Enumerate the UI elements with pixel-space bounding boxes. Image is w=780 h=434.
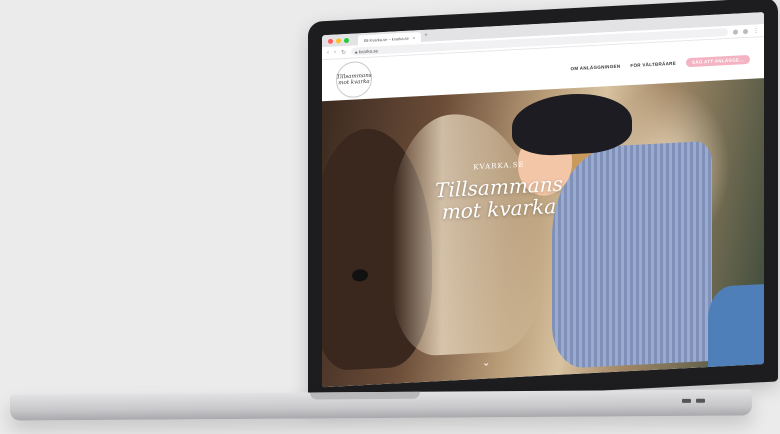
- tab-title: Bli Kvarka.se – kvarka.se: [364, 35, 409, 43]
- profile-icon[interactable]: [743, 28, 748, 34]
- close-window-icon[interactable]: [328, 38, 333, 44]
- laptop-lid: Bli Kvarka.se – kvarka.se × + ‹ › ↻ 🔒︎ k…: [308, 0, 778, 406]
- nav-item-om[interactable]: OM ANLÄGGNINGEN: [571, 63, 621, 71]
- extension-icon[interactable]: [733, 28, 738, 35]
- laptop-base: [10, 389, 752, 421]
- new-tab-icon[interactable]: +: [424, 33, 428, 39]
- nav-cta-button[interactable]: SÄG ATT ANLÄGGE...: [686, 54, 750, 67]
- close-tab-icon[interactable]: ×: [413, 35, 415, 40]
- site-logo[interactable]: Tillsammans mot kvarka: [336, 60, 372, 99]
- riding-helmet: [512, 91, 632, 158]
- girl-sweater: [552, 140, 712, 370]
- maximize-window-icon[interactable]: [344, 37, 349, 43]
- menu-icon[interactable]: ⋮: [753, 27, 759, 34]
- chevron-down-icon[interactable]: ⌄: [482, 357, 490, 368]
- main-nav: OM ANLÄGGNINGEN FÖR VÄLTBRÄARE SÄG ATT A…: [571, 54, 750, 72]
- url-text: kvarka.se: [358, 47, 378, 54]
- lock-icon: 🔒︎: [355, 48, 358, 55]
- usb-port-icon: [682, 398, 691, 403]
- nav-item-for[interactable]: FÖR VÄLTBRÄARE: [630, 60, 676, 67]
- reload-icon[interactable]: ↻: [341, 49, 346, 56]
- usb-port-icon: [696, 398, 705, 403]
- girl-jeans: [708, 283, 764, 368]
- laptop-scene: Bli Kvarka.se – kvarka.se × + ‹ › ↻ 🔒︎ k…: [0, 0, 780, 434]
- logo-text: Tillsammans mot kvarka: [336, 72, 372, 87]
- forward-icon[interactable]: ›: [334, 50, 336, 56]
- hero-title: Tillsammans mot kvarka: [435, 171, 563, 224]
- minimize-window-icon[interactable]: [336, 37, 341, 44]
- laptop-screen: Bli Kvarka.se – kvarka.se × + ‹ › ↻ 🔒︎ k…: [322, 12, 764, 388]
- back-icon[interactable]: ‹: [327, 50, 329, 56]
- hero-image: KVARKA.SE Tillsammans mot kvarka ⌄: [322, 78, 764, 388]
- trackpad-notch: [310, 391, 420, 400]
- hero-text: KVARKA.SE Tillsammans mot kvarka: [434, 159, 564, 224]
